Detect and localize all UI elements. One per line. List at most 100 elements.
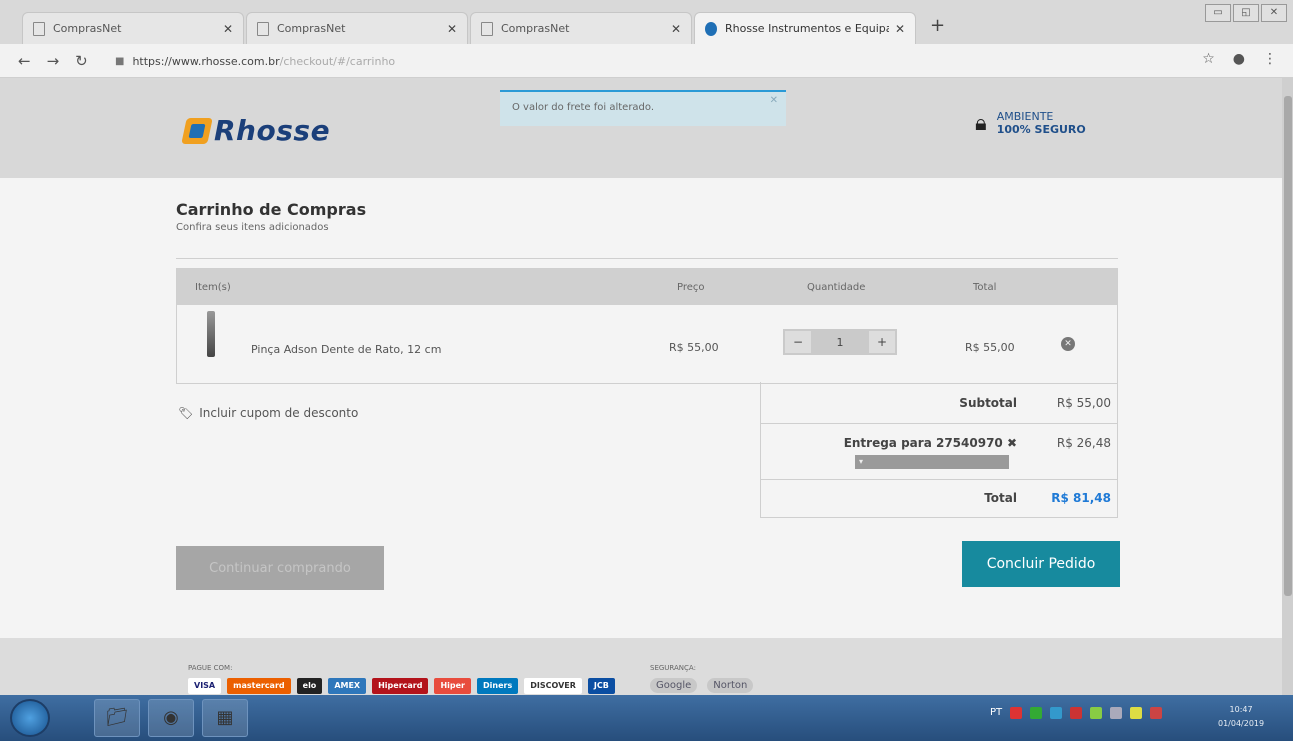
norton-seal: Norton (707, 678, 754, 693)
quantity-stepper: − + (783, 329, 897, 355)
shipping-method-select[interactable]: ▾ (855, 455, 1009, 469)
window-controls: ▭ ◱ ✕ (1205, 4, 1287, 22)
page-subtitle: Confira seus itens adicionados (176, 222, 329, 233)
maximize-icon[interactable]: ◱ (1233, 4, 1259, 22)
product-total: R$ 55,00 (965, 341, 1015, 354)
clock-date: 01/04/2019 (1218, 719, 1265, 728)
minus-icon[interactable]: − (785, 331, 811, 353)
close-icon[interactable]: ✕ (671, 22, 681, 36)
product-image[interactable] (207, 311, 215, 357)
product-name[interactable]: Pinça Adson Dente de Rato, 12 cm (251, 343, 441, 356)
padlock-icon: 🔒︎ (975, 110, 987, 136)
browser-tab[interactable]: ComprasNet ✕ (470, 12, 692, 44)
column-header-item: Item(s) (195, 282, 231, 293)
tray-icon[interactable] (1030, 707, 1043, 719)
close-icon[interactable]: ✕ (223, 22, 233, 36)
tray-icon[interactable] (1010, 707, 1023, 719)
browser-toolbar: ← → ↻ ■ https://www.rhosse.com.br/checko… (0, 44, 1293, 78)
amex-logo: AMEX (328, 678, 367, 694)
tab-title: Rhosse Instrumentos e Equipame (725, 22, 889, 35)
url-host: https://www.rhosse.com.br (132, 54, 280, 68)
system-tray: PT (990, 707, 1163, 719)
chrome-icon[interactable]: ◉ (148, 699, 194, 737)
network-icon[interactable] (1110, 707, 1123, 719)
reload-icon[interactable]: ↻ (75, 52, 88, 70)
browser-tab[interactable]: ComprasNet ✕ (22, 12, 244, 44)
browser-tab-active[interactable]: Rhosse Instrumentos e Equipame ✕ (694, 12, 916, 44)
table-header: Item(s) Preço Quantidade Total (177, 269, 1117, 305)
new-tab-button[interactable]: + (930, 15, 945, 36)
product-price: R$ 55,00 (669, 341, 719, 354)
column-header-total: Total (973, 282, 997, 293)
plus-icon[interactable]: + (869, 331, 895, 353)
tray-icon[interactable] (1070, 707, 1083, 719)
site-logo[interactable]: Rhosse (181, 114, 331, 147)
bookmark-star-icon[interactable]: ☆ (1202, 51, 1215, 67)
tab-title: ComprasNet (501, 22, 570, 35)
subtotal-label: Subtotal (959, 396, 1017, 410)
checkout-button[interactable]: Concluir Pedido (962, 541, 1120, 587)
page-content: Rhosse O valor do frete foi alterado. ✕ … (0, 78, 1282, 695)
security-label: SEGURANÇA: (650, 664, 696, 672)
scrollbar-thumb[interactable] (1284, 96, 1292, 596)
browser-tab[interactable]: ComprasNet ✕ (246, 12, 468, 44)
logo-text: Rhosse (214, 114, 331, 147)
forward-arrow-icon[interactable]: → (47, 52, 60, 70)
address-bar[interactable]: ■ https://www.rhosse.com.br/checkout/#/c… (115, 50, 1175, 72)
site-footer: PAGUE COM: VISA mastercard elo AMEX Hipe… (0, 638, 1282, 695)
spreadsheet-app-icon[interactable]: ▦ (202, 699, 248, 737)
secure-line-1: AMBIENTE (996, 110, 1054, 123)
os-taskbar: 📁︎ ◉ ▦ PT 10:47 01/04/2019 (0, 695, 1293, 741)
jcb-logo: JCB (587, 678, 615, 694)
discover-logo: DISCOVER (524, 678, 582, 694)
close-window-icon[interactable]: ✕ (1261, 4, 1287, 22)
continue-shopping-button[interactable]: Continuar comprando (176, 546, 384, 590)
subtotal-value: R$ 55,00 (1056, 396, 1111, 410)
mastercard-logo: mastercard (227, 678, 291, 694)
rhosse-favicon-icon (705, 21, 717, 36)
site-header: Rhosse O valor do frete foi alterado. ✕ … (0, 78, 1282, 178)
pay-label: PAGUE COM: (188, 664, 233, 672)
action-center-icon[interactable] (1150, 707, 1163, 719)
tray-icon[interactable] (1050, 707, 1063, 719)
shipping-value: R$ 26,48 (1056, 436, 1111, 450)
start-button[interactable] (10, 699, 50, 737)
column-header-price: Preço (677, 282, 705, 293)
clock[interactable]: 10:47 01/04/2019 (1218, 703, 1264, 731)
rhosse-logo-icon (181, 117, 213, 144)
file-explorer-icon[interactable]: 📁︎ (94, 699, 140, 737)
coupon-link[interactable]: 🏷︎ Incluir cupom de desconto (178, 406, 358, 420)
shipping-label[interactable]: Entrega para 27540970 ✖ (844, 436, 1017, 450)
browser-tab-strip: ComprasNet ✕ ComprasNet ✕ ComprasNet ✕ R… (0, 0, 1293, 44)
page-icon (33, 21, 45, 36)
visa-logo: VISA (188, 678, 222, 694)
coupon-label: Incluir cupom de desconto (199, 406, 359, 420)
hipercard-logo: Hipercard (372, 678, 429, 694)
page-title: Carrinho de Compras (176, 200, 367, 219)
subtotal-row: Subtotal R$ 55,00 (761, 382, 1117, 424)
google-seal: Google (650, 678, 698, 693)
security-seals: Google Norton (650, 678, 754, 693)
elo-logo: elo (296, 678, 323, 694)
remove-item-icon[interactable]: ✕ (1061, 337, 1075, 351)
back-arrow-icon[interactable]: ← (18, 52, 31, 70)
clock-time: 10:47 (1229, 705, 1253, 714)
close-icon[interactable]: ✕ (895, 22, 905, 36)
diners-logo: Diners (477, 678, 519, 694)
close-icon[interactable]: ✕ (770, 95, 778, 106)
profile-icon[interactable]: ● (1233, 51, 1245, 67)
payment-brands: VISA mastercard elo AMEX Hipercard Hiper… (188, 678, 615, 694)
url-path: /checkout/#/carrinho (279, 54, 396, 68)
language-indicator[interactable]: PT (990, 707, 1002, 719)
total-label: Total (984, 491, 1017, 505)
tab-title: ComprasNet (53, 22, 122, 35)
total-value: R$ 81,48 (1051, 491, 1111, 505)
minimize-icon[interactable]: ▭ (1205, 4, 1231, 22)
hiper-logo: Hiper (434, 678, 472, 694)
close-icon[interactable]: ✕ (447, 22, 457, 36)
tray-icon[interactable] (1090, 707, 1103, 719)
notification-toast: O valor do frete foi alterado. ✕ (500, 90, 786, 126)
menu-dots-icon[interactable]: ⋮ (1263, 51, 1277, 67)
quantity-input[interactable] (818, 331, 862, 353)
volume-icon[interactable] (1130, 707, 1143, 719)
